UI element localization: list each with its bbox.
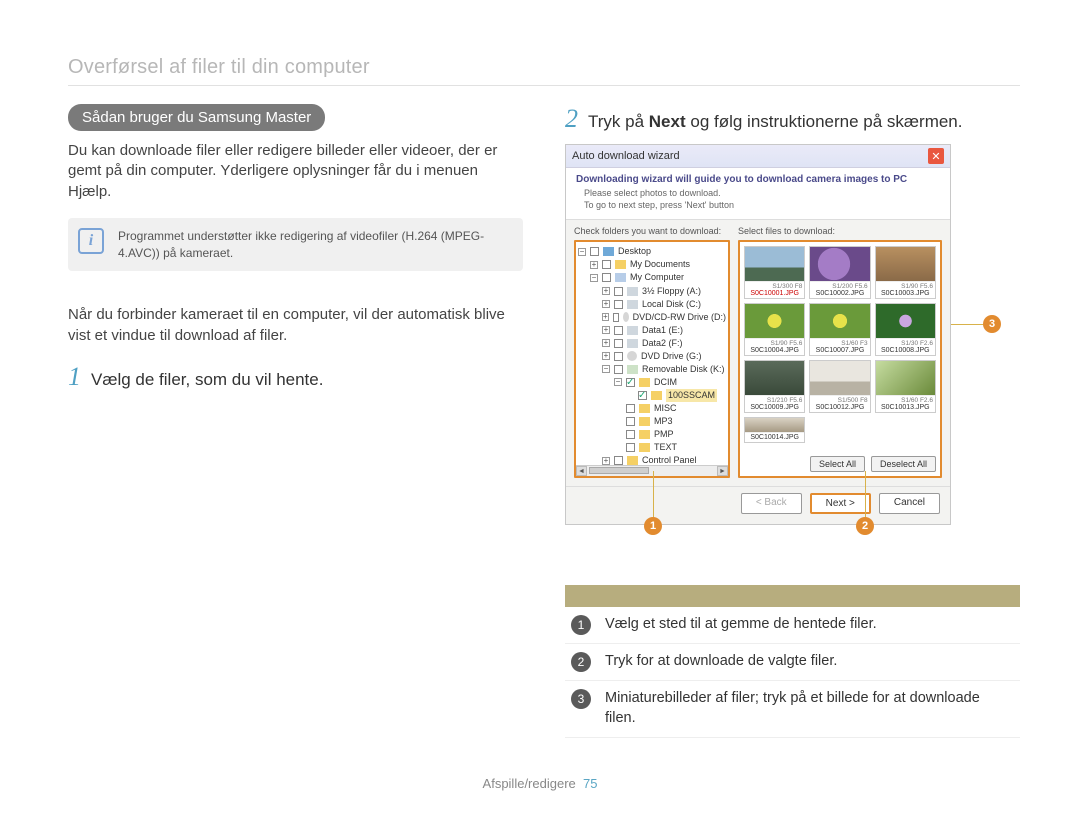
wizard-sub1: Please select photos to download. — [576, 188, 940, 200]
thumbnail[interactable]: S1/210 F5.6S0C10009.JPG — [744, 360, 805, 413]
callout-line-3 — [951, 324, 985, 325]
deselect-all-button[interactable]: Deselect All — [871, 456, 936, 472]
close-icon[interactable]: ✕ — [928, 148, 944, 164]
wizard-heading: Downloading wizard will guide you to dow… — [576, 174, 940, 185]
select-all-button[interactable]: Select All — [810, 456, 865, 472]
step-2-text: Tryk på Next og følg instruktionerne på … — [588, 111, 963, 134]
divider — [68, 85, 1020, 86]
wizard-title: Auto download wizard — [572, 150, 680, 162]
callout-legend: 1 Vælg et sted til at gemme de hentede f… — [565, 585, 1020, 737]
thumbnail-image[interactable] — [745, 304, 804, 338]
tree-scrollbar[interactable]: ◄► — [576, 465, 728, 476]
auto-window-paragraph: Når du forbinder kameraet til en compute… — [68, 305, 523, 346]
thumbnail-image[interactable] — [876, 247, 935, 281]
wizard-sub2: To go to next step, press 'Next' button — [576, 200, 940, 212]
wizard-window: Auto download wizard ✕ Downloading wizar… — [565, 144, 951, 525]
thumbnail[interactable]: S1/30 F2.6S0C10008.JPG — [875, 303, 936, 356]
callout-2: 2 — [856, 517, 874, 535]
wizard-header: Downloading wizard will guide you to dow… — [566, 168, 950, 220]
legend-num-1: 1 — [571, 615, 591, 635]
section-pill: Sådan bruger du Samsung Master — [68, 104, 325, 131]
step-2-number: 2 — [565, 104, 578, 134]
next-button[interactable]: Next > — [810, 493, 871, 514]
callout-line-2 — [865, 471, 866, 519]
back-button: < Back — [741, 493, 802, 514]
legend-row-2: 2 Tryk for at downloade de valgte filer. — [565, 644, 1020, 681]
thumbnail[interactable]: S1/200 F5.6S0C10002.JPG — [809, 246, 870, 299]
cancel-button[interactable]: Cancel — [879, 493, 940, 514]
legend-text-3: Miniaturebilleder af filer; tryk på et b… — [605, 689, 1014, 728]
legend-row-3: 3 Miniaturebilleder af filer; tryk på et… — [565, 681, 1020, 737]
tree-selected-folder[interactable]: 100SSCAM — [666, 389, 717, 402]
note-text: Programmet understøtter ikke redigering … — [118, 229, 484, 260]
thumbnail-image[interactable] — [810, 247, 869, 281]
legend-num-3: 3 — [571, 689, 591, 709]
legend-num-2: 2 — [571, 652, 591, 672]
step-1-text: Vælg de filer, som du vil hente. — [91, 369, 323, 392]
thumbnail-image[interactable] — [876, 304, 935, 338]
folder-tree[interactable]: −Desktop +My Documents −My Computer +3½ … — [574, 240, 730, 478]
intro-paragraph: Du kan downloade filer eller redigere bi… — [68, 141, 523, 202]
footer-section: Afspille/redigere — [483, 776, 576, 791]
thumbnail-image[interactable] — [876, 361, 935, 395]
note-box: i Programmet understøtter ikke redigerin… — [68, 218, 523, 272]
page-footer: Afspille/redigere 75 — [0, 776, 1080, 791]
callout-1: 1 — [644, 517, 662, 535]
legend-text-1: Vælg et sted til at gemme de hentede fil… — [605, 615, 877, 635]
note-icon: i — [78, 228, 104, 254]
thumbnail-image[interactable] — [810, 361, 869, 395]
thumbnail[interactable]: S1/60 F3S0C10007.JPG — [809, 303, 870, 356]
thumbnail[interactable]: S1/300 F8S0C10001.JPG — [744, 246, 805, 299]
thumbnail[interactable]: S1/500 F8S0C10012.JPG — [809, 360, 870, 413]
thumbnail-image[interactable] — [745, 361, 804, 395]
thumbs-label: Select files to download: — [738, 226, 942, 236]
tree-label: Check folders you want to download: — [574, 226, 730, 236]
footer-page: 75 — [583, 776, 597, 791]
legend-text-2: Tryk for at downloade de valgte filer. — [605, 652, 837, 672]
breadcrumb: Overførsel af filer til din computer — [68, 56, 1020, 79]
thumbnail[interactable]: S0C10014.JPG — [744, 417, 805, 443]
wizard-screenshot: Auto download wizard ✕ Downloading wizar… — [565, 144, 1020, 525]
thumbnail[interactable]: S1/90 F5.6S0C10003.JPG — [875, 246, 936, 299]
thumbnail-image[interactable] — [810, 304, 869, 338]
callout-3: 3 — [983, 315, 1001, 333]
thumbnail[interactable]: S1/90 F5.6S0C10004.JPG — [744, 303, 805, 356]
thumbnail-grid[interactable]: S1/300 F8S0C10001.JPGS1/200 F5.6S0C10002… — [738, 240, 942, 478]
thumbnail-image[interactable] — [745, 247, 804, 281]
wizard-titlebar: Auto download wizard ✕ — [566, 145, 950, 168]
step-1-number: 1 — [68, 362, 81, 392]
callout-line-1 — [653, 471, 654, 519]
thumbnail[interactable]: S1/60 F2.6S0C10013.JPG — [875, 360, 936, 413]
legend-header-bar — [565, 585, 1020, 607]
legend-row-1: 1 Vælg et sted til at gemme de hentede f… — [565, 607, 1020, 644]
